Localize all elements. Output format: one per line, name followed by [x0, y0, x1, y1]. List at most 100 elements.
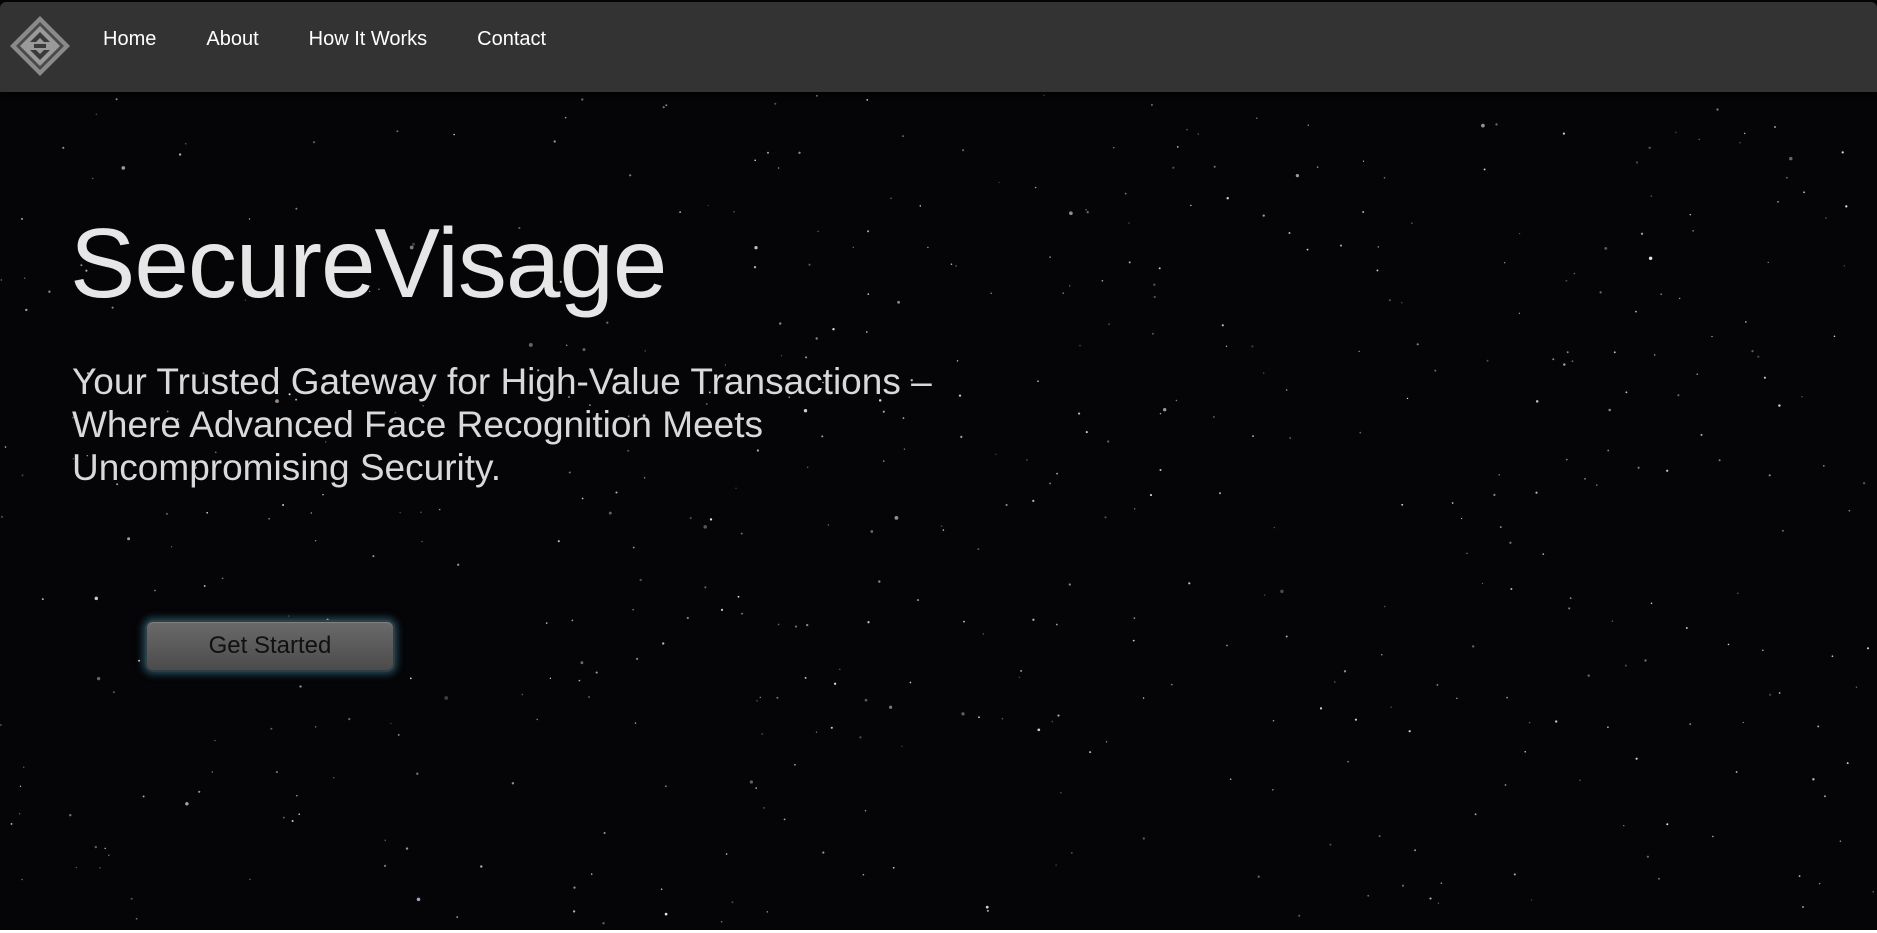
star: [1552, 358, 1555, 361]
star: [1437, 902, 1440, 904]
star: [665, 104, 668, 107]
star: [1153, 283, 1156, 286]
star: [1451, 502, 1454, 504]
star: [1159, 469, 1162, 471]
star: [632, 546, 635, 549]
star: [564, 116, 567, 119]
star: [390, 722, 392, 725]
star: [1506, 696, 1508, 699]
star: [1817, 725, 1820, 728]
star: [689, 516, 692, 520]
star: [1307, 124, 1309, 126]
star: [1660, 293, 1663, 296]
star: [1742, 721, 1744, 724]
star: [1579, 779, 1581, 782]
star: [178, 153, 182, 156]
diamond-logo-icon[interactable]: [8, 14, 72, 78]
star: [397, 733, 400, 736]
star: [214, 739, 216, 742]
star: [1635, 310, 1637, 313]
star: [1848, 509, 1851, 512]
star: [4, 446, 7, 448]
star: [1778, 404, 1781, 407]
star: [635, 657, 639, 661]
star: [777, 623, 780, 626]
star: [804, 676, 807, 679]
star: [549, 677, 552, 679]
get-started-button[interactable]: Get Started: [145, 620, 395, 672]
star: [312, 141, 316, 144]
star: [69, 814, 72, 817]
star: [1133, 508, 1136, 510]
star: [299, 685, 302, 688]
star: [1339, 244, 1343, 247]
star: [755, 787, 757, 789]
star: [977, 548, 980, 551]
star: [1151, 332, 1154, 335]
nav-about-link[interactable]: About: [206, 28, 258, 51]
star: [94, 845, 98, 849]
star: [1440, 882, 1443, 884]
star: [794, 763, 796, 766]
star: [21, 878, 23, 881]
star: [1271, 788, 1274, 791]
star: [1170, 683, 1173, 686]
star: [1408, 730, 1411, 733]
star: [1273, 526, 1276, 529]
star: [827, 524, 829, 526]
star: [322, 494, 324, 496]
star: [639, 578, 642, 582]
star: [634, 722, 637, 724]
star: [1057, 714, 1060, 717]
star: [1105, 741, 1108, 743]
star: [420, 511, 422, 513]
star: [536, 718, 538, 721]
star: [798, 151, 801, 154]
star: [1043, 94, 1045, 96]
star: [1587, 674, 1590, 677]
star: [1624, 664, 1628, 667]
star: [1316, 166, 1319, 168]
nav-how-it-works-link[interactable]: How It Works: [309, 28, 428, 51]
star: [816, 94, 818, 97]
star: [1648, 256, 1653, 261]
star: [1329, 843, 1332, 846]
star: [878, 580, 881, 583]
star: [839, 668, 841, 671]
star: [890, 197, 892, 200]
star: [1005, 503, 1008, 507]
star: [1786, 176, 1788, 179]
star: [1367, 894, 1370, 897]
star: [741, 613, 743, 615]
star: [766, 911, 768, 913]
star: [1646, 855, 1650, 858]
star: [1226, 644, 1228, 647]
top-navbar: Home About How It Works Contact: [0, 2, 1877, 92]
hero-section: SecureVisage Your Trusted Gateway for Hi…: [70, 209, 992, 489]
star: [1635, 757, 1638, 760]
star: [1104, 516, 1107, 519]
nav-contact-link[interactable]: Contact: [477, 28, 546, 51]
nav-home-link[interactable]: Home: [103, 28, 156, 51]
star: [1358, 350, 1360, 353]
star: [1142, 697, 1145, 699]
star: [573, 886, 576, 889]
star: [1763, 376, 1766, 379]
star: [998, 181, 1000, 184]
star: [1280, 589, 1284, 594]
star: [1843, 265, 1845, 267]
star: [1599, 291, 1602, 294]
star: [453, 133, 455, 136]
star: [1745, 321, 1747, 323]
star: [1298, 914, 1301, 917]
star: [314, 726, 317, 728]
star: [862, 873, 865, 876]
star: [25, 308, 28, 312]
star: [1132, 639, 1135, 642]
star: [1460, 517, 1463, 520]
star: [348, 717, 351, 721]
star: [1504, 784, 1507, 786]
star: [1466, 552, 1468, 555]
star: [1472, 645, 1475, 648]
star: [1689, 213, 1692, 216]
